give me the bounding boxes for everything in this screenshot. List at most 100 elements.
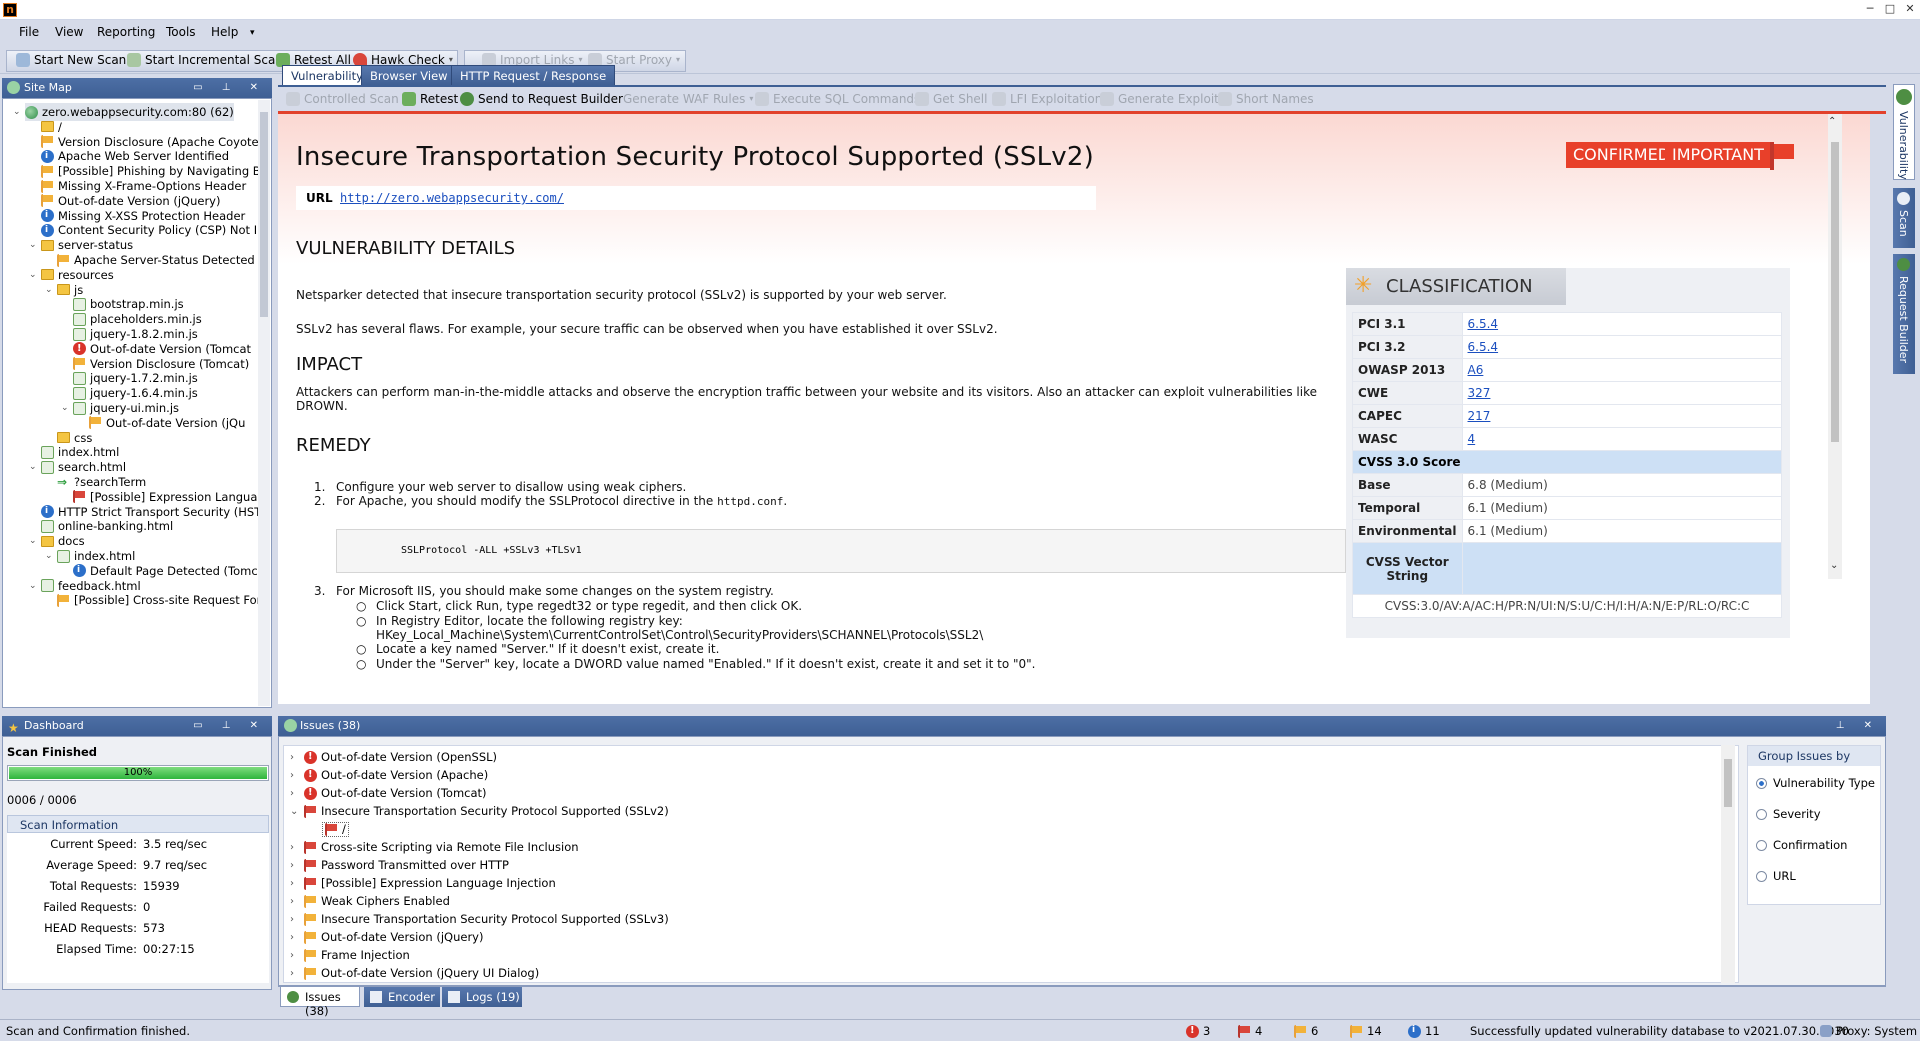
- classification-link[interactable]: 217: [1468, 409, 1491, 423]
- status-count[interactable]: 4: [1238, 1023, 1262, 1039]
- send-to-request-builder-button[interactable]: Send to Request Builder: [460, 89, 623, 109]
- issues-scrollbar-thumb[interactable]: [1724, 759, 1732, 807]
- classification-link[interactable]: 327: [1468, 386, 1491, 400]
- status-count[interactable]: 6: [1294, 1023, 1318, 1039]
- rail-scan-label: Scan: [1897, 210, 1910, 237]
- expand-chevron-icon[interactable]: ›: [290, 750, 300, 765]
- menu-help[interactable]: Help: [211, 25, 238, 39]
- proxy-status[interactable]: Proxy: System: [1820, 1023, 1917, 1039]
- menu-reporting[interactable]: Reporting: [97, 25, 155, 39]
- lfi-exploitation-button[interactable]: LFI Exploitation: [992, 89, 1102, 109]
- issue-row[interactable]: › Frame Injection: [290, 948, 410, 963]
- status-count[interactable]: 14: [1350, 1023, 1382, 1039]
- menu-overflow-icon[interactable]: ▾: [250, 28, 255, 38]
- group-option[interactable]: Vulnerability Type: [1756, 776, 1875, 790]
- expand-chevron-icon[interactable]: ›: [290, 894, 300, 909]
- expand-toggle-icon[interactable]: ⌄: [61, 399, 69, 417]
- expand-chevron-icon[interactable]: ›: [290, 948, 300, 963]
- status-count[interactable]: 11: [1408, 1022, 1440, 1039]
- sitemap-scrollbar-thumb[interactable]: [260, 112, 268, 317]
- scroll-down-icon[interactable]: ⌄: [1830, 560, 1838, 571]
- expand-toggle-icon[interactable]: ⌄: [29, 532, 37, 550]
- expand-chevron-icon[interactable]: ›: [290, 840, 300, 855]
- issue-row[interactable]: ⌄ Insecure Transportation Security Protoc…: [290, 804, 669, 819]
- issue-row[interactable]: › Password Transmitted over HTTP: [290, 858, 509, 873]
- expand-toggle-icon[interactable]: ⌄: [29, 577, 37, 595]
- scroll-up-icon[interactable]: ⌃: [1828, 116, 1836, 127]
- tab-http-request-response[interactable]: HTTP Request / Response: [451, 65, 616, 85]
- radio-button[interactable]: [1756, 777, 1767, 789]
- status-count[interactable]: 3: [1186, 1023, 1210, 1039]
- content-scrollbar[interactable]: ⌄: [1828, 114, 1842, 579]
- issue-row[interactable]: › Cross-site Scripting via Remote File In…: [290, 840, 579, 855]
- classification-link[interactable]: A6: [1468, 363, 1484, 377]
- tab-logs[interactable]: Logs (19): [442, 987, 522, 1007]
- proxy-dropdown-icon[interactable]: ▾: [676, 50, 680, 70]
- menu-view[interactable]: View: [55, 25, 83, 39]
- classification-link[interactable]: 6.5.4: [1468, 317, 1499, 331]
- issue-label: Weak Ciphers Enabled: [321, 894, 450, 908]
- radio-button[interactable]: [1756, 870, 1767, 882]
- retest-button[interactable]: Retest: [402, 89, 458, 109]
- get-shell-button[interactable]: Get Shell: [915, 89, 987, 109]
- dashboard-panel-controls[interactable]: ▭ ⊥ ✕: [193, 716, 266, 736]
- tab-issues[interactable]: Issues (38): [280, 987, 360, 1018]
- start-new-scan-button[interactable]: Start New Scan: [16, 50, 126, 70]
- expand-toggle-icon[interactable]: ⌄: [29, 236, 37, 254]
- tab-encoder[interactable]: Encoder: [364, 987, 440, 1007]
- short-names-button[interactable]: Short Names: [1218, 89, 1314, 109]
- issue-row[interactable]: › Out-of-date Version (Tomcat): [290, 785, 487, 801]
- expand-chevron-icon[interactable]: ›: [290, 768, 300, 783]
- issue-row[interactable]: › Weak Ciphers Enabled: [290, 894, 450, 909]
- rail-tab-scan[interactable]: Scan: [1893, 188, 1915, 248]
- issue-row[interactable]: › Out-of-date Version (jQuery UI Dialog): [290, 966, 539, 981]
- expand-toggle-icon[interactable]: ⌄: [45, 547, 53, 565]
- issue-row[interactable]: /: [322, 822, 349, 837]
- rail-tab-request-builder[interactable]: Request Builder: [1893, 254, 1915, 374]
- folder-icon: [57, 432, 70, 444]
- generate-exploit-button[interactable]: Generate Exploit: [1100, 89, 1219, 109]
- vulnerable-url-link[interactable]: http://zero.webappsecurity.com/: [340, 191, 564, 205]
- panel-controls[interactable]: ▭ ⊥ ✕: [193, 78, 266, 98]
- close-window-button[interactable]: ✕: [1898, 0, 1920, 20]
- expand-chevron-icon[interactable]: ›: [290, 858, 300, 873]
- issue-row[interactable]: › Out-of-date Version (Apache): [290, 767, 488, 783]
- sitemap-scrollbar[interactable]: [258, 100, 270, 706]
- tab-browser-view[interactable]: Browser View: [361, 65, 457, 85]
- issue-row[interactable]: › Insecure Transportation Security Protoc…: [290, 912, 669, 927]
- issues-scrollbar[interactable]: [1721, 745, 1735, 983]
- classification-link[interactable]: 4: [1468, 432, 1476, 446]
- group-option[interactable]: URL: [1756, 869, 1796, 883]
- group-option[interactable]: Severity: [1756, 807, 1821, 821]
- classification-link[interactable]: 6.5.4: [1468, 340, 1499, 354]
- content-scrollbar-thumb[interactable]: [1831, 142, 1839, 442]
- controlled-scan-button[interactable]: Controlled Scan: [286, 89, 399, 109]
- sitemap-node[interactable]: Out-of-date Version (jQu: [89, 414, 245, 432]
- expand-chevron-icon[interactable]: ⌄: [290, 804, 300, 819]
- expand-toggle-icon[interactable]: ⌄: [13, 103, 21, 121]
- expand-chevron-icon[interactable]: ›: [290, 930, 300, 945]
- expand-chevron-icon[interactable]: ›: [290, 912, 300, 927]
- waf-dropdown-icon[interactable]: ▾: [749, 89, 753, 109]
- expand-chevron-icon[interactable]: ›: [290, 786, 300, 801]
- issue-row[interactable]: › Out-of-date Version (OpenSSL): [290, 749, 497, 765]
- expand-toggle-icon[interactable]: ⌄: [45, 281, 53, 299]
- radio-button[interactable]: [1756, 839, 1767, 851]
- execute-sql-button[interactable]: Execute SQL Commands: [755, 89, 920, 109]
- menu-file[interactable]: File: [19, 25, 39, 39]
- rail-tab-vulnerability[interactable]: Vulnerability: [1893, 84, 1915, 180]
- menu-tools[interactable]: Tools: [166, 25, 196, 39]
- issues-panel-controls[interactable]: ⊥ ✕: [1836, 716, 1880, 736]
- group-option[interactable]: Confirmation: [1756, 838, 1847, 852]
- generate-waf-rules-button[interactable]: Generate WAF Rules ▾: [623, 89, 753, 109]
- sitemap-node[interactable]: [Possible] Cross-site Request For: [57, 591, 261, 609]
- expand-toggle-icon[interactable]: ⌄: [29, 458, 37, 476]
- expand-chevron-icon[interactable]: ›: [290, 876, 300, 891]
- start-incremental-scan-button[interactable]: Start Incremental Scan: [127, 50, 283, 70]
- radio-button[interactable]: [1756, 808, 1767, 820]
- issue-row[interactable]: › Out-of-date Version (jQuery): [290, 930, 483, 945]
- expand-chevron-icon[interactable]: ›: [290, 966, 300, 981]
- tab-vulnerability[interactable]: Vulnerability: [282, 65, 372, 85]
- issue-row[interactable]: › [Possible] Expression Language Injectio…: [290, 876, 556, 891]
- expand-toggle-icon[interactable]: ⌄: [29, 266, 37, 284]
